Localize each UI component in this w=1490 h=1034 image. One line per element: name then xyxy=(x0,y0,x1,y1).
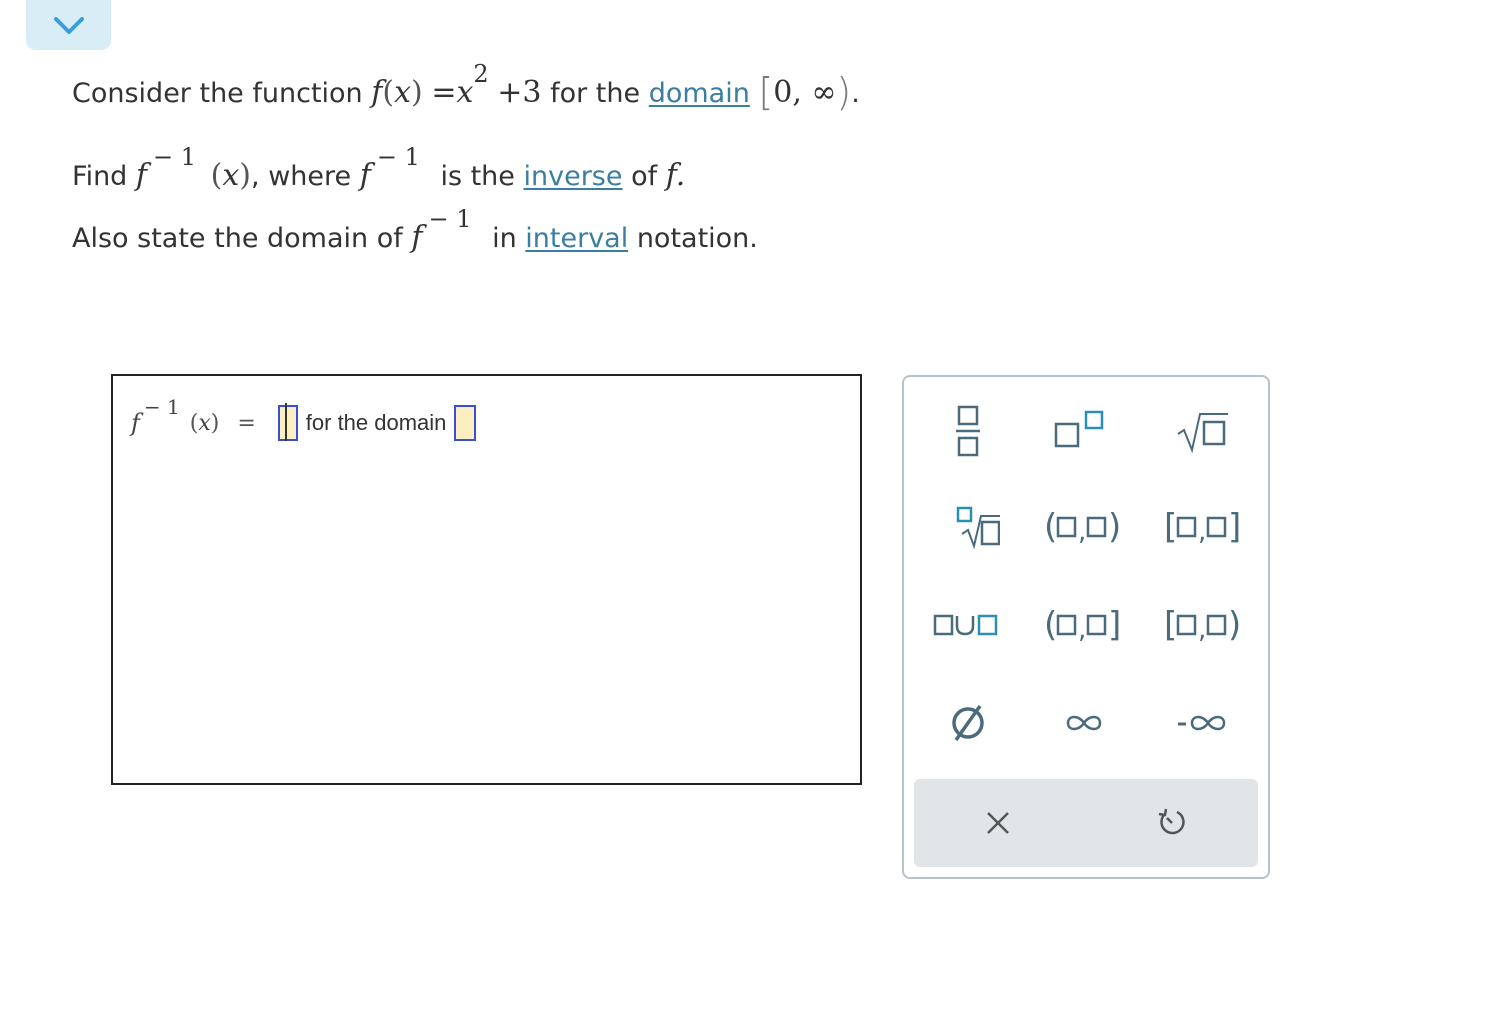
for-domain-text: for the domain xyxy=(305,410,447,435)
inverse-exponent: − 1 xyxy=(153,143,197,171)
f-end: f. xyxy=(665,158,686,193)
negative-infinity-icon xyxy=(1178,715,1226,731)
open-interval-button[interactable]: ( , ) xyxy=(1034,497,1134,557)
svg-text:(: ( xyxy=(1044,605,1057,645)
infinity-icon xyxy=(1066,715,1102,731)
function-arg: x xyxy=(394,75,412,110)
question-line-2: Find f− 1 (x), where f− 1 is the inverse… xyxy=(72,143,686,193)
answer-line: f − 1 (x) = for the domain xyxy=(131,395,477,448)
period: . xyxy=(851,78,860,109)
left-open-interval-icon: ( , ] xyxy=(1044,605,1121,645)
comma: , xyxy=(251,161,260,192)
svg-text:,: , xyxy=(1198,615,1206,645)
in-text: in xyxy=(492,223,517,254)
function-name: f xyxy=(371,75,383,110)
fraction-icon xyxy=(956,405,980,457)
domain-value: 0, ∞ xyxy=(773,75,837,110)
clear-icon xyxy=(987,812,1009,834)
svg-text:,: , xyxy=(1198,517,1206,547)
infinity-button[interactable] xyxy=(1034,693,1134,753)
inverse-fname-2: f xyxy=(359,158,371,193)
notation-text: notation. xyxy=(636,223,758,254)
svg-text:,: , xyxy=(1078,615,1086,645)
negative-infinity-button[interactable] xyxy=(1152,693,1252,753)
domain-link[interactable]: domain xyxy=(649,78,750,109)
question-line-3: Also state the domain of f− 1 in interva… xyxy=(72,205,758,255)
answer-area[interactable]: f − 1 (x) = for the domain xyxy=(111,374,862,785)
bracket-close: ) xyxy=(836,70,852,114)
empty-set-button[interactable] xyxy=(918,693,1018,753)
empty-set-icon xyxy=(952,704,984,742)
palette-action-bar xyxy=(914,779,1258,867)
svg-text:): ) xyxy=(1108,507,1121,547)
question-line-1: Consider the function f(x) =x2 +3 for th… xyxy=(72,60,860,114)
undo-button[interactable] xyxy=(1112,793,1232,853)
right-open-interval-button[interactable]: [ , ) xyxy=(1154,595,1254,655)
inverse-fname: f xyxy=(135,158,148,193)
sqrt-icon xyxy=(1177,413,1228,454)
plus-term: +3 xyxy=(497,75,542,110)
inverse-arg: x xyxy=(222,158,240,193)
domain-input[interactable] xyxy=(454,405,477,441)
nth-root-icon xyxy=(956,506,1000,550)
exponent: 2 xyxy=(473,60,489,88)
clear-button[interactable] xyxy=(938,793,1058,853)
superscript-button[interactable] xyxy=(1028,401,1128,461)
inverse-exponent-3: − 1 xyxy=(428,205,472,233)
svg-text:[: [ xyxy=(1164,605,1177,645)
inverse-link[interactable]: inverse xyxy=(524,161,623,192)
for-the-text: for the xyxy=(550,78,641,109)
base-var: x xyxy=(456,75,474,110)
union-icon xyxy=(933,614,998,636)
superscript-icon xyxy=(1054,410,1104,448)
svg-text:[: [ xyxy=(1164,507,1177,547)
collapse-toggle-button[interactable] xyxy=(26,0,111,50)
also-state-text: Also state the domain of xyxy=(72,223,403,254)
where-text: where xyxy=(268,161,352,192)
question-text: Consider the function xyxy=(72,78,363,109)
svg-text:,: , xyxy=(1078,517,1086,547)
open-interval-icon: ( , ) xyxy=(1044,507,1121,547)
is-the-text: is the xyxy=(440,161,515,192)
nth-root-button[interactable] xyxy=(918,497,1018,557)
svg-text:(: ( xyxy=(1044,507,1057,547)
of-text: of xyxy=(631,161,658,192)
answer-inv-exponent: − 1 xyxy=(143,395,180,419)
answer-equals: = xyxy=(237,410,256,436)
fraction-button[interactable] xyxy=(918,401,1018,461)
sqrt-button[interactable] xyxy=(1152,401,1252,461)
math-palette: ( , ) [ , ] ( , ] [,) xyxy=(902,375,1270,879)
closed-interval-icon: [ , ] xyxy=(1164,507,1241,547)
interval-link[interactable]: interval xyxy=(525,223,628,254)
inverse-fname-3: f xyxy=(411,220,423,255)
union-button[interactable] xyxy=(918,595,1018,655)
inverse-exponent-2: − 1 xyxy=(376,143,420,171)
left-open-interval-button[interactable]: ( , ] xyxy=(1034,595,1134,655)
equals-sign: = xyxy=(431,75,457,110)
find-text: Find xyxy=(72,161,128,192)
svg-text:]: ] xyxy=(1228,507,1241,547)
answer-arg: x xyxy=(198,410,211,436)
right-open-interval-icon: [ , ) xyxy=(1164,605,1241,645)
svg-text:): ) xyxy=(1228,605,1241,645)
answer-fname: f xyxy=(131,409,140,437)
bracket-open: [ xyxy=(758,70,774,114)
closed-interval-button[interactable]: [ , ] xyxy=(1154,497,1254,557)
chevron-down-icon xyxy=(53,17,84,34)
svg-text:]: ] xyxy=(1108,605,1121,645)
inverse-function-input[interactable] xyxy=(277,403,298,441)
undo-icon xyxy=(1158,808,1185,835)
